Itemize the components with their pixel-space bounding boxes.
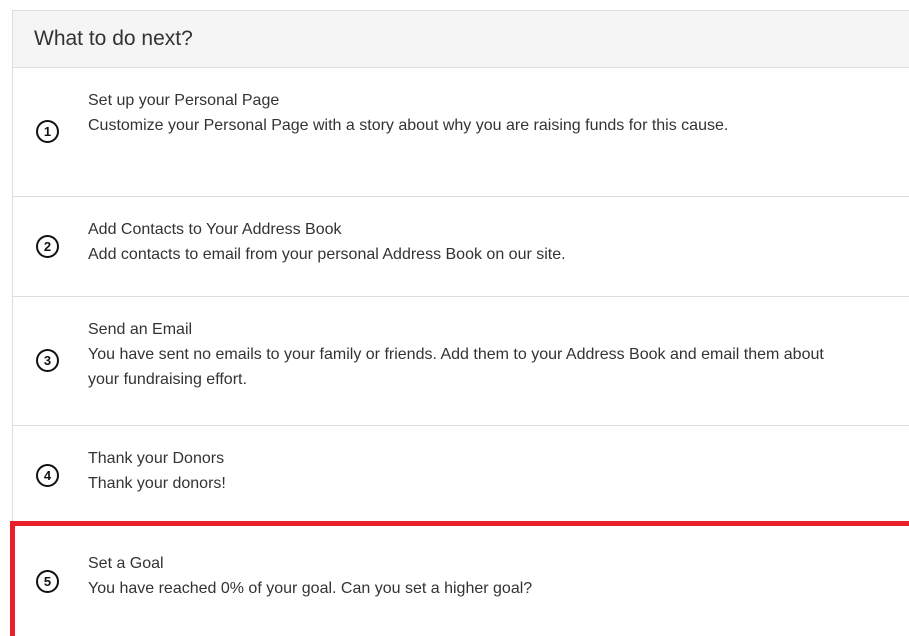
- step-title[interactable]: Set a Goal: [88, 551, 849, 576]
- step-description: Thank your donors!: [88, 475, 226, 492]
- step-text: Set up your Personal Page Customize your…: [88, 88, 849, 138]
- step-text: Add Contacts to Your Address Book Add co…: [88, 217, 849, 267]
- step-text: Thank your Donors Thank your donors!: [88, 446, 849, 496]
- circled-number-4-icon: 4: [36, 464, 59, 487]
- step-text: Set a Goal You have reached 0% of your g…: [88, 551, 849, 601]
- step-thank-donors[interactable]: 4 Thank your Donors Thank your donors!: [13, 426, 909, 526]
- step-title[interactable]: Send an Email: [88, 317, 849, 342]
- step-title[interactable]: Add Contacts to Your Address Book: [88, 217, 849, 242]
- step-description: Customize your Personal Page with a stor…: [88, 117, 729, 134]
- step-title[interactable]: Thank your Donors: [88, 446, 849, 471]
- step-send-email[interactable]: 3 Send an Email You have sent no emails …: [13, 297, 909, 426]
- step-description: You have sent no emails to your family o…: [88, 346, 824, 388]
- what-to-do-next-panel: What to do next? 1 Set up your Personal …: [10, 10, 909, 636]
- panel-header: What to do next?: [13, 11, 909, 68]
- step-address-book[interactable]: 2 Add Contacts to Your Address Book Add …: [13, 197, 909, 297]
- panel-title: What to do next?: [34, 27, 193, 50]
- circled-number-3-icon: 3: [36, 349, 59, 372]
- circled-number-1-icon: 1: [36, 120, 59, 143]
- circled-number-2-icon: 2: [36, 235, 59, 258]
- step-personal-page[interactable]: 1 Set up your Personal Page Customize yo…: [13, 68, 909, 197]
- step-text: Send an Email You have sent no emails to…: [88, 317, 849, 392]
- step-title[interactable]: Set up your Personal Page: [88, 88, 849, 113]
- step-description: Add contacts to email from your personal…: [88, 246, 566, 263]
- step-description: You have reached 0% of your goal. Can yo…: [88, 580, 533, 597]
- circled-number-5-icon: 5: [36, 570, 59, 593]
